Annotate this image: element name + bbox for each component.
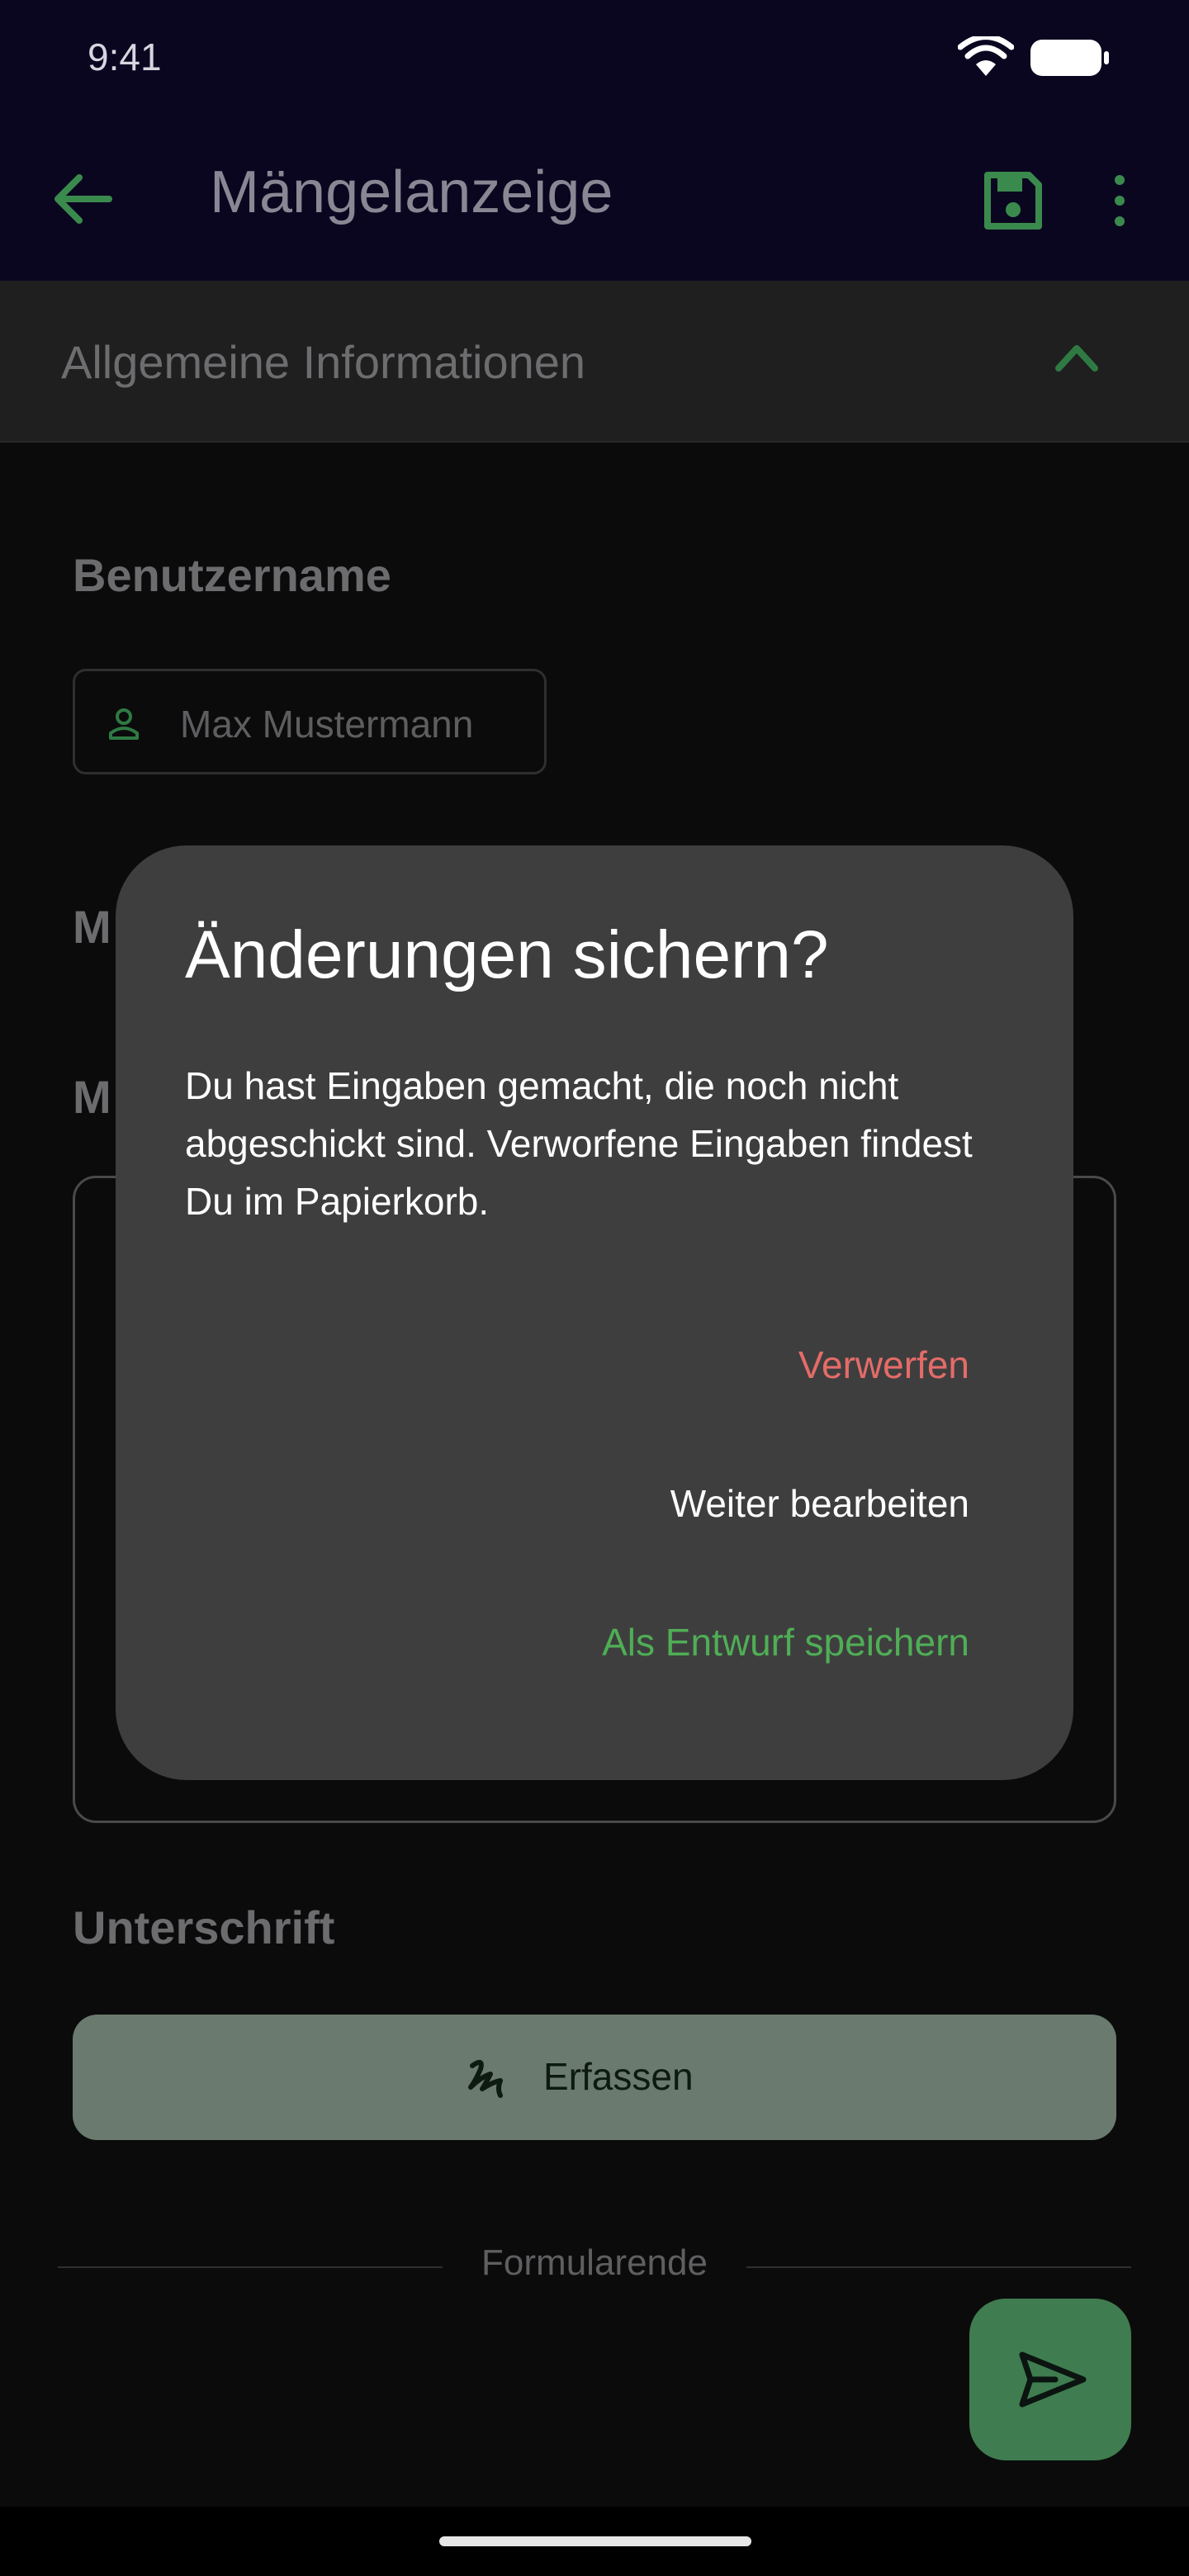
wifi-icon bbox=[958, 36, 1014, 76]
page-title: Mängelanzeige bbox=[210, 159, 613, 225]
username-value: Max Mustermann bbox=[180, 703, 474, 746]
field-label-partial: M bbox=[73, 901, 111, 953]
save-icon[interactable] bbox=[983, 170, 1044, 231]
username-label: Benutzername bbox=[73, 549, 391, 601]
capture-button-label: Erfassen bbox=[543, 2055, 694, 2098]
send-icon bbox=[1019, 2351, 1087, 2408]
field-label-partial: M bbox=[73, 1071, 111, 1123]
battery-icon bbox=[1030, 40, 1109, 76]
more-vert-icon[interactable] bbox=[1108, 170, 1131, 231]
form-end-label: Formularende bbox=[481, 2242, 708, 2283]
back-arrow-icon[interactable] bbox=[51, 173, 112, 225]
dialog-body: Du hast Eingaben gemacht, die noch nicht… bbox=[185, 1064, 973, 1223]
section-title: Allgemeine Informationen bbox=[61, 336, 586, 388]
dialog-title: Änderungen sichern? bbox=[185, 917, 829, 992]
home-indicator[interactable] bbox=[439, 2536, 751, 2546]
save-draft-button[interactable]: Als Entwurf speichern bbox=[602, 1620, 969, 1664]
continue-editing-button[interactable]: Weiter bearbeiten bbox=[670, 1481, 969, 1526]
discard-button[interactable]: Verwerfen bbox=[798, 1342, 969, 1387]
signature-label: Unterschrift bbox=[73, 1901, 335, 1953]
chevron-up-icon[interactable] bbox=[1054, 340, 1100, 373]
person-icon bbox=[109, 708, 139, 740]
status-time: 9:41 bbox=[88, 36, 162, 78]
signature-icon bbox=[468, 2059, 503, 2098]
